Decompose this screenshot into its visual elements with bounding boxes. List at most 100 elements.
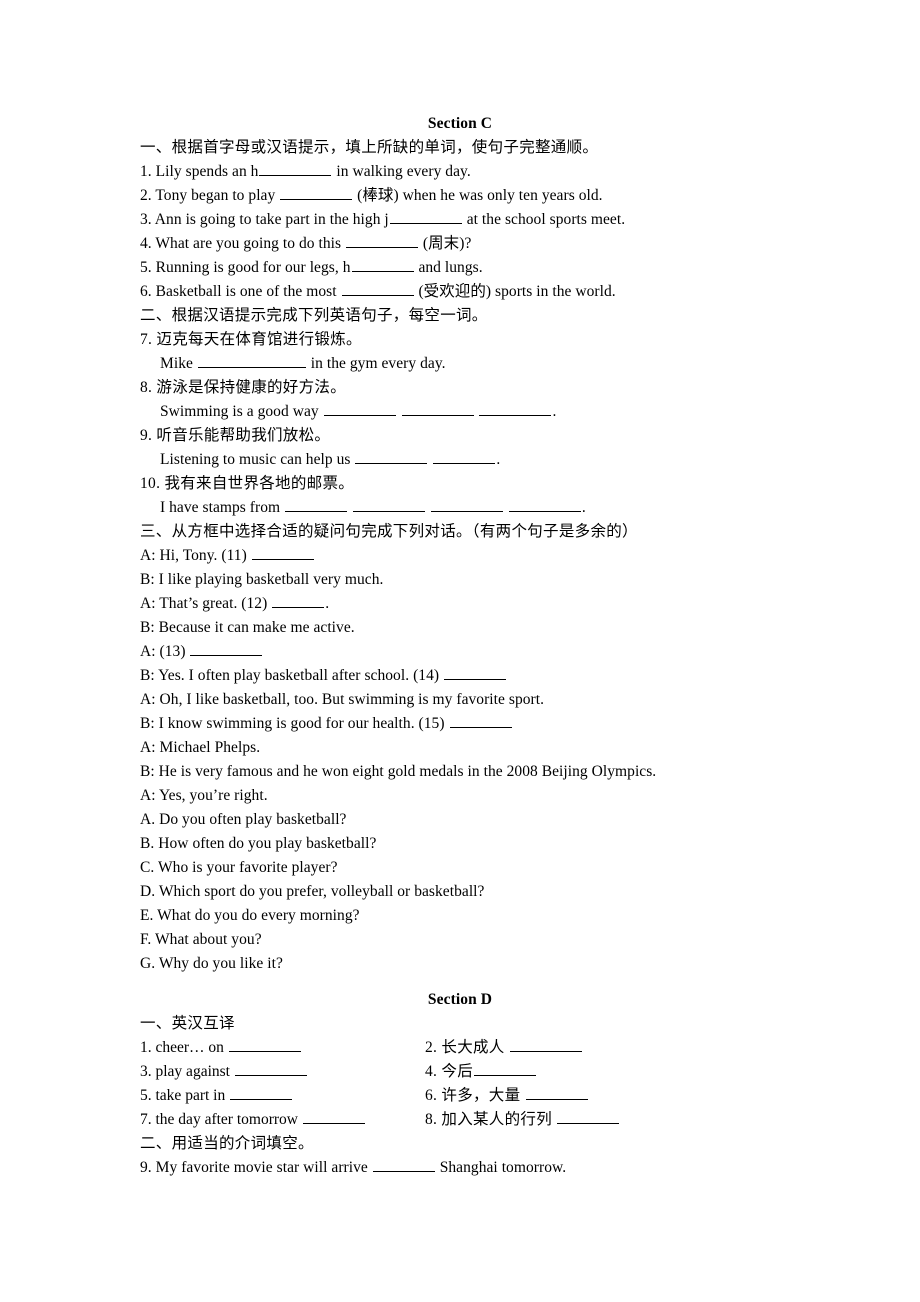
d1-q5-blank[interactable] — [230, 1085, 293, 1100]
c3-d9-text: A: Michael Phelps. — [140, 739, 261, 756]
section-c-title: Section C — [427, 115, 493, 132]
c2-q9a-blank-1[interactable] — [355, 449, 428, 464]
c2-q8a-blank-2[interactable] — [401, 401, 474, 416]
d1-q6-blank[interactable] — [525, 1085, 588, 1100]
section-d-title: Section D — [427, 991, 493, 1008]
c1-q3-text-tail: at the school sports meet. — [462, 211, 626, 228]
c1-q6-text-tail: (受欢迎的) sports in the world. — [414, 283, 616, 300]
c3-opt-g-text: G. Why do you like it? — [140, 955, 283, 972]
d1-q7-blank[interactable] — [302, 1109, 365, 1124]
c1-q1-blank-1[interactable] — [259, 161, 332, 176]
d1-q3: 3. play against — [140, 1060, 308, 1084]
c3-opt-a: A. Do you often play basketball? — [140, 808, 780, 832]
d1-q1: 1. cheer… on — [140, 1036, 302, 1060]
c3-opt-d: D. Which sport do you prefer, volleyball… — [140, 880, 780, 904]
c1-q4: 4. What are you going to do this (周末)? — [140, 232, 780, 256]
c3-d2: B: I like playing basketball very much. — [140, 568, 780, 592]
c2-q9a-blank-2[interactable] — [433, 449, 496, 464]
d1-q5: 5. take part in — [140, 1084, 293, 1108]
c2-q9-text: 9. 听音乐能帮助我们放松。 — [140, 427, 331, 444]
c3-opt-e-text: E. What do you do every morning? — [140, 907, 360, 924]
c1-q6: 6. Basketball is one of the most (受欢迎的) … — [140, 280, 780, 304]
c3-d5-blank-1[interactable] — [190, 641, 263, 656]
d1-q1-text: 1. cheer… on — [140, 1039, 228, 1056]
c3-d8-blank-1[interactable] — [449, 713, 512, 728]
d1-q2: 2. 长大成人 — [425, 1036, 583, 1060]
c3-opt-f-text: F. What about you? — [140, 931, 262, 948]
c1-q2-text: 2. Tony began to play — [140, 187, 280, 204]
c1-q4-text-tail: (周末)? — [419, 235, 472, 252]
c3-d3-text: A: That’s great. (12) — [140, 595, 272, 612]
c2-q9a: Listening to music can help us . — [140, 448, 780, 472]
c2-q10a-text-tail: . — [581, 499, 586, 516]
c3-opt-f: F. What about you? — [140, 928, 780, 952]
c2-q10a-blank-4[interactable] — [508, 497, 581, 512]
c1-q5: 5. Running is good for our legs, h and l… — [140, 256, 780, 280]
c3-d5: A: (13) — [140, 640, 780, 664]
d1-q2-blank[interactable] — [509, 1037, 582, 1052]
d1-q1-blank[interactable] — [228, 1037, 301, 1052]
d1-q4-blank[interactable] — [474, 1061, 537, 1076]
c2-q8a: Swimming is a good way . — [140, 400, 780, 424]
c3-d3: A: That’s great. (12) . — [140, 592, 780, 616]
c3-d10-text: B: He is very famous and he won eight go… — [140, 763, 657, 780]
c1-q3-text: 3. Ann is going to take part in the high… — [140, 211, 389, 228]
d1-q7: 7. the day after tomorrow — [140, 1108, 366, 1132]
c1-q4-blank-1[interactable] — [346, 233, 418, 248]
translation-row: 5. take part in 6. 许多，大量 — [140, 1084, 780, 1108]
d1-q3-text: 3. play against — [140, 1063, 234, 1080]
c1-q2-blank-1[interactable] — [280, 185, 353, 200]
c3-d6-text: B: Yes. I often play basketball after sc… — [140, 667, 444, 684]
c3-opt-e: E. What do you do every morning? — [140, 904, 780, 928]
c2-q7a: Mike in the gym every day. — [140, 352, 780, 376]
c1-q1-text: 1. Lily spends an h — [140, 163, 259, 180]
translation-row: 1. cheer… on 2. 长大成人 — [140, 1036, 780, 1060]
c2-q10a-text: I have stamps from — [160, 499, 285, 516]
part-d-1-grid: 1. cheer… on 2. 长大成人 3. play against 4. … — [140, 1036, 780, 1132]
c3-d6-blank-1[interactable] — [444, 665, 507, 680]
c2-q10a-blank-1[interactable] — [285, 497, 348, 512]
d1-q4-text: 4. 今后 — [425, 1063, 474, 1080]
c1-q3: 3. Ann is going to take part in the high… — [140, 208, 780, 232]
c2-q9a-text-tail: . — [496, 451, 501, 468]
c1-q5-blank-1[interactable] — [351, 257, 414, 272]
c1-q6-blank-1[interactable] — [341, 281, 414, 296]
c3-d10: B: He is very famous and he won eight go… — [140, 760, 780, 784]
d1-q8-blank[interactable] — [557, 1109, 620, 1124]
c3-opt-a-text: A. Do you often play basketball? — [140, 811, 347, 828]
c2-q8a-blank-3[interactable] — [479, 401, 552, 416]
part-d-1-heading: 一、英汉互译 — [140, 1015, 235, 1032]
c3-d7: A: Oh, I like basketball, too. But swimm… — [140, 688, 780, 712]
c2-q7a-text: Mike — [160, 355, 197, 372]
c2-q8-text: 8. 游泳是保持健康的好方法。 — [140, 379, 347, 396]
c1-q3-blank-1[interactable] — [389, 209, 462, 224]
c1-q1: 1. Lily spends an h in walking every day… — [140, 160, 780, 184]
c3-opt-c-text: C. Who is your favorite player? — [140, 859, 338, 876]
d1-q8: 8. 加入某人的行列 — [425, 1108, 620, 1132]
d1-q6-text: 6. 许多，大量 — [425, 1087, 525, 1104]
c3-d8-text: B: I know swimming is good for our healt… — [140, 715, 449, 732]
c3-opt-b: B. How often do you play basketball? — [140, 832, 780, 856]
c3-d3-text-tail: . — [325, 595, 330, 612]
translation-row: 3. play against 4. 今后 — [140, 1060, 780, 1084]
c3-opt-g: G. Why do you like it? — [140, 952, 780, 976]
d1-q4: 4. 今后 — [425, 1060, 537, 1084]
c2-q9: 9. 听音乐能帮助我们放松。 — [140, 424, 780, 448]
c1-q5-text-tail: and lungs. — [414, 259, 483, 276]
d2-q9: 9. My favorite movie star will arrive Sh… — [140, 1156, 780, 1180]
c3-d1-text: A: Hi, Tony. (11) — [140, 547, 251, 564]
c3-d1-blank-1[interactable] — [251, 545, 314, 560]
c2-q8: 8. 游泳是保持健康的好方法。 — [140, 376, 780, 400]
d1-q3-blank[interactable] — [234, 1061, 307, 1076]
c2-q10a-blank-3[interactable] — [430, 497, 503, 512]
c2-q10-text: 10. 我有来自世界各地的邮票。 — [140, 475, 355, 492]
c2-q10a-blank-2[interactable] — [353, 497, 425, 512]
d1-q5-text: 5. take part in — [140, 1087, 230, 1104]
c1-q4-text: 4. What are you going to do this — [140, 235, 345, 252]
part-c-1-heading: 一、根据首字母或汉语提示，填上所缺的单词，使句子完整通顺。 — [140, 139, 599, 156]
d2-q9-blank-1[interactable] — [372, 1157, 435, 1172]
c2-q8a-blank-1[interactable] — [323, 401, 396, 416]
c2-q7a-blank-1[interactable] — [197, 353, 306, 368]
c3-d3-blank-1[interactable] — [272, 593, 325, 608]
c2-q9a-text: Listening to music can help us — [160, 451, 355, 468]
